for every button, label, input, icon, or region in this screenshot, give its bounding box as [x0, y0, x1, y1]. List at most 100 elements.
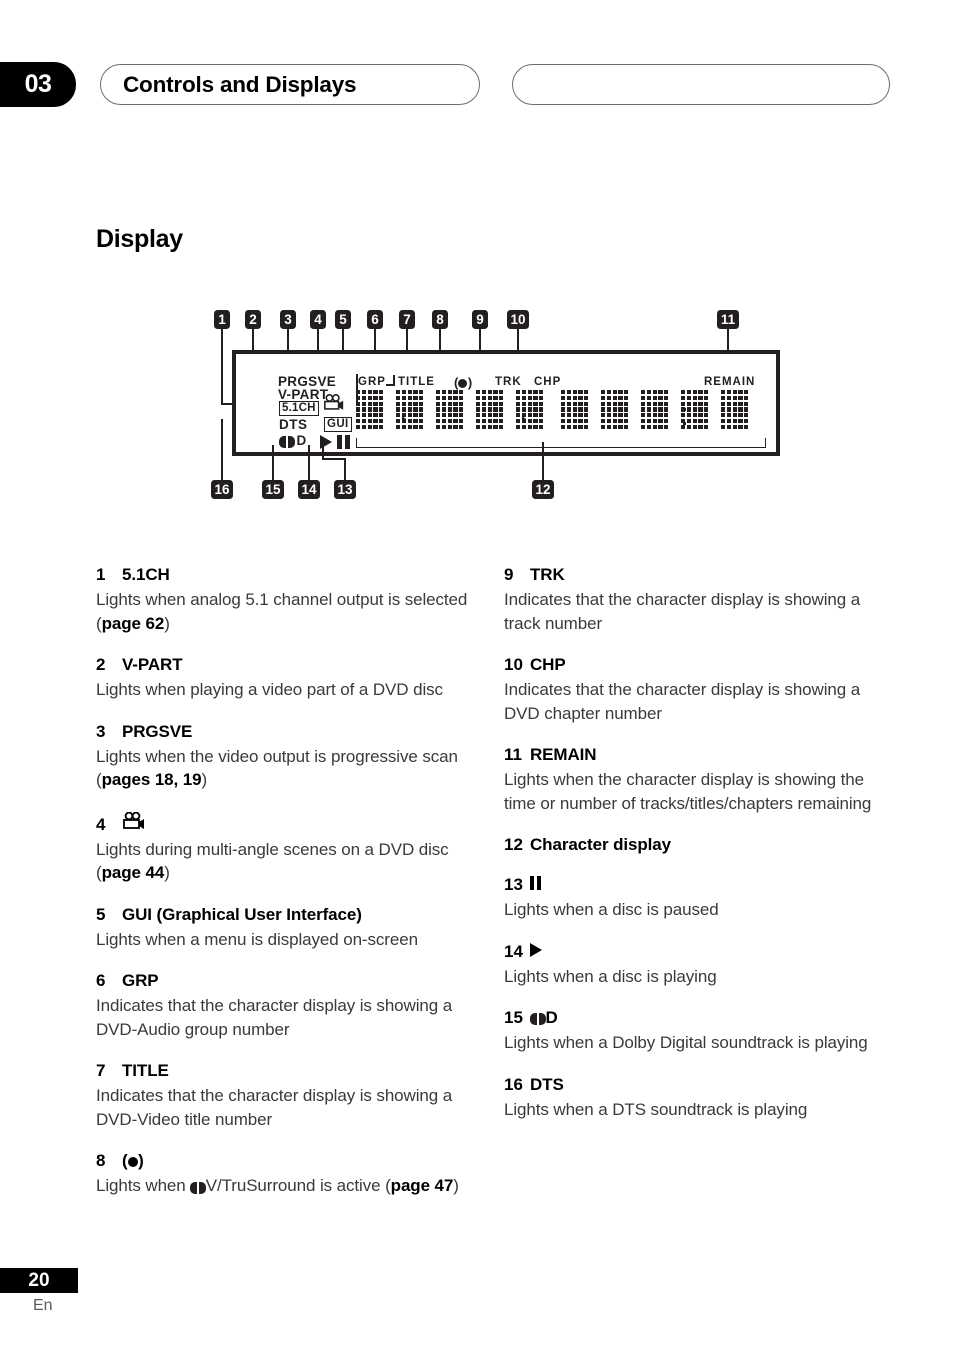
description-entry-body: Lights when V/TruSurround is active (pag…: [96, 1174, 468, 1199]
description-entry-label: REMAIN: [530, 745, 597, 764]
description-entry-body: Lights when a disc is paused: [504, 900, 719, 919]
character-cell: [641, 390, 669, 429]
description-entry-label: DTS: [530, 1074, 564, 1094]
front-panel-display-frame: PRGSVE V-PART 5.1CH DTS GUI D GRP TITLE …: [232, 350, 780, 456]
description-entry-heading: 11 REMAIN: [504, 745, 896, 765]
callout-11: 11: [717, 310, 739, 329]
trusurround-icon: (): [122, 1151, 144, 1170]
description-column-left: 1 5.1CH Lights when analog 5.1 channel out…: [96, 565, 468, 1219]
description-entry-body: Lights when playing a video part of a DV…: [96, 680, 443, 699]
description-entry: 4 Lights during multi-angle scenes on a D…: [96, 811, 468, 885]
description-entry-heading: 6 GRP: [96, 971, 468, 991]
matrix-label-trusurround: (): [454, 375, 472, 390]
description-entry-body: Indicates that the character display is …: [96, 996, 453, 1039]
character-cell: [721, 390, 749, 429]
dolby-icon: [530, 1008, 546, 1028]
chapter-number-badge: 03: [0, 62, 76, 107]
description-entry: 11 REMAIN Lights when the character displa…: [504, 745, 896, 815]
indicator-dts: DTS: [279, 417, 308, 432]
leader-line-16: [221, 419, 223, 480]
description-entry: 1 5.1CH Lights when analog 5.1 channel out…: [96, 565, 468, 635]
description-entry-number: 12: [504, 835, 523, 854]
page-reference: pages 18, 19: [101, 770, 202, 789]
grp-bracket-right: [393, 375, 395, 385]
callout-7: 7: [399, 310, 415, 329]
description-entry-number: 16: [504, 1074, 523, 1094]
description-entry-label: 5.1CH: [122, 565, 170, 584]
page-title: Controls and Displays: [123, 71, 357, 97]
matrix-label-trk: TRK: [495, 376, 522, 388]
description-entry-number: 6: [96, 971, 106, 990]
matrix-separator-colon-bottom: [683, 422, 687, 426]
description-entry-heading: 10 CHP: [504, 655, 896, 675]
character-cell: [436, 390, 464, 429]
callout-16: 16: [211, 480, 233, 499]
description-entry-body: Indicates that the character display is …: [96, 1086, 453, 1129]
description-entry-body: Lights when a DTS soundtrack is playing: [504, 1099, 808, 1119]
description-entry-number: 11: [504, 745, 522, 764]
description-entry: 8 () Lights when V/TruSurround is active (…: [96, 1151, 468, 1199]
indicator-gui: GUI: [324, 417, 352, 432]
description-entry-body: Indicates that the character display is …: [504, 680, 861, 723]
callout-5: 5: [335, 310, 351, 329]
character-cell: [601, 390, 629, 429]
page-reference: page 44: [101, 863, 165, 882]
description-entry-number: 1: [96, 565, 106, 584]
matrix-separator-triangle-2: [522, 416, 526, 422]
description-entry-body: Lights when a menu is displayed on-scree…: [96, 929, 418, 949]
description-entry-heading: 14: [504, 942, 896, 962]
description-entry-heading: 4: [96, 811, 468, 835]
matrix-separator-triangle-1: [402, 416, 406, 422]
play-icon: [530, 942, 542, 957]
matrix-label-grp: GRP: [358, 376, 386, 388]
description-entry-label: TITLE: [122, 1061, 169, 1080]
description-entry-body: Indicates that the character display is …: [504, 590, 861, 633]
description-entry-heading: 13: [504, 875, 896, 895]
character-cell: [476, 390, 504, 429]
matrix-label-chp: CHP: [534, 376, 562, 388]
callout-14: 14: [298, 480, 320, 499]
indicator-dolby-digital: D: [279, 433, 306, 449]
matrix-label-remain: REMAIN: [704, 376, 756, 388]
description-entry-number: 2: [96, 655, 106, 674]
section-heading: Display: [96, 225, 183, 253]
description-entry-number: 5: [96, 904, 106, 924]
description-entry-label: V-PART: [122, 655, 183, 674]
description-entry-body: Lights when the character display is sho…: [504, 770, 872, 813]
dolby-icon: [279, 434, 295, 449]
description-entry-heading: 9 TRK: [504, 565, 896, 585]
character-cell: [561, 390, 589, 429]
leader-line-12: [542, 442, 544, 480]
matrix-label-title: TITLE: [398, 376, 435, 388]
description-entry-label: D: [545, 1008, 558, 1027]
description-entry: 7 TITLE Indicates that the character displ…: [96, 1061, 468, 1131]
leader-line-15: [272, 445, 274, 480]
callout-8: 8: [432, 310, 448, 329]
callout-3: 3: [280, 310, 296, 329]
pause-icon: [337, 435, 350, 449]
description-entry-heading: 2 V-PART: [96, 655, 468, 675]
description-entry: 16 DTS Lights when a DTS soundtrack is pla…: [504, 1075, 896, 1122]
description-entry-number: 10: [504, 655, 523, 674]
leader-line-14: [308, 445, 310, 480]
description-entry-heading: 7 TITLE: [96, 1061, 468, 1081]
description-entry-number: 4: [96, 814, 106, 834]
description-entry: 5 GUI (Graphical User Interface) Lights wh…: [96, 905, 468, 952]
description-entry-number: 13: [504, 875, 523, 894]
description-entry-body: Lights during multi-angle scenes on a DV…: [96, 839, 449, 883]
callout-13: 13: [334, 480, 356, 499]
chapter-title-pill: Controls and Displays: [100, 64, 480, 105]
video-camera-icon: [324, 394, 344, 410]
description-entry-body: Lights when the video output is progress…: [96, 746, 458, 790]
callout-12: 12: [532, 480, 554, 499]
description-entry-heading: 12 Character display: [504, 835, 896, 855]
description-entry: 6 GRP Indicates that the character display…: [96, 971, 468, 1041]
description-entry: 13 Lights when a disc is paused: [504, 875, 896, 922]
leader-elbow-13: [322, 458, 345, 460]
description-column-right: 9 TRK Indicates that the character display…: [504, 565, 896, 1141]
description-entry: 2 V-PART Lights when playing a video part …: [96, 655, 468, 702]
description-entry-label: GUI (Graphical User Interface): [122, 904, 362, 924]
description-entry-label: Character display: [530, 835, 671, 854]
description-entry-heading: 3 PRGSVE: [96, 722, 468, 742]
callout-15: 15: [262, 480, 284, 499]
